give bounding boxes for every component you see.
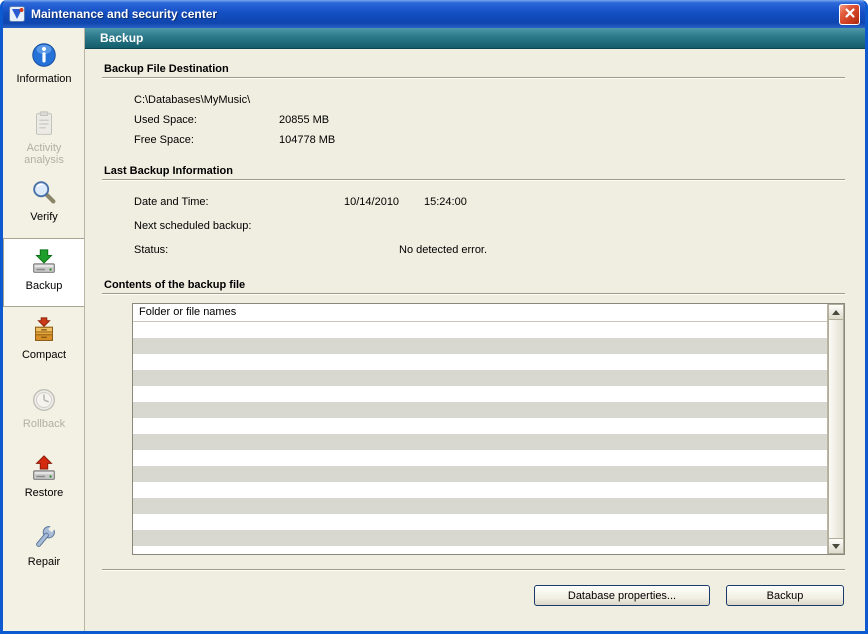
status-value: No detected error. (399, 244, 487, 256)
separator (102, 179, 845, 181)
sidebar-item-repair[interactable]: Repair (3, 514, 84, 583)
free-space-value: 104778 MB (279, 134, 335, 146)
backup-path-row: C:\Databases\MyMusic\ (134, 91, 865, 111)
scrollbar-thumb[interactable] (828, 320, 844, 538)
scrollbar[interactable] (827, 304, 844, 554)
sidebar-item-information[interactable]: Information (3, 31, 84, 100)
section-title-last-backup: Last Backup Information (104, 165, 845, 177)
sidebar-item-rollback[interactable]: Rollback (3, 376, 84, 445)
status-row: Status: No detected error. (134, 241, 865, 265)
separator (102, 293, 845, 295)
sidebar-item-label: Verify (30, 211, 58, 223)
time-value: 15:24:00 (424, 196, 467, 208)
app-icon (9, 6, 25, 22)
close-button[interactable] (839, 4, 860, 25)
list-column-header: Folder or file names (133, 304, 827, 322)
sidebar-item-label: Restore (25, 487, 64, 499)
backup-icon (29, 246, 59, 278)
sidebar-item-restore[interactable]: Restore (3, 445, 84, 514)
used-space-value: 20855 MB (279, 114, 329, 126)
sidebar-item-verify[interactable]: Verify (3, 169, 84, 238)
scroll-down-button[interactable] (828, 538, 844, 554)
main-panel: Backup Backup File Destination C:\Databa… (85, 28, 865, 631)
backup-path: C:\Databases\MyMusic\ (134, 94, 250, 106)
maintenance-security-window: Maintenance and security center (0, 0, 868, 634)
free-space-row: Free Space: 104778 MB (134, 131, 865, 151)
activity-analysis-icon (29, 108, 59, 140)
window-title: Maintenance and security center (31, 7, 839, 21)
sidebar-item-label: Rollback (23, 418, 65, 430)
window-body: Information Activity analysis (3, 28, 865, 631)
sidebar-item-label: Compact (22, 349, 66, 361)
repair-icon (29, 522, 59, 554)
titlebar[interactable]: Maintenance and security center (3, 0, 865, 28)
used-space-label: Used Space: (134, 114, 197, 126)
backup-button[interactable]: Backup (726, 585, 844, 606)
status-label: Status: (134, 244, 168, 256)
sidebar-item-label: Backup (26, 280, 63, 292)
verify-icon (29, 177, 59, 209)
separator (102, 569, 845, 571)
backup-contents-list[interactable]: Folder or file names (132, 303, 845, 555)
free-space-label: Free Space: (134, 134, 194, 146)
information-icon (29, 39, 59, 71)
date-time-label: Date and Time: (134, 196, 209, 208)
sidebar: Information Activity analysis (3, 28, 85, 631)
used-space-row: Used Space: 20855 MB (134, 111, 865, 131)
next-backup-label: Next scheduled backup: (134, 220, 251, 232)
next-backup-row: Next scheduled backup: (134, 217, 865, 241)
scroll-up-button[interactable] (828, 304, 844, 320)
footer-buttons: Database properties... Backup (85, 585, 844, 606)
page-header: Backup (85, 28, 865, 49)
compact-icon (29, 315, 59, 347)
restore-icon (29, 453, 59, 485)
separator (102, 77, 845, 79)
section-title-destination: Backup File Destination (104, 63, 845, 75)
list-main: Folder or file names (133, 304, 827, 554)
sidebar-item-label: Repair (28, 556, 60, 568)
sidebar-item-activity-analysis[interactable]: Activity analysis (3, 100, 84, 169)
sidebar-item-backup[interactable]: Backup (3, 238, 84, 307)
backup-content: Backup File Destination C:\Databases\MyM… (85, 49, 865, 631)
list-body[interactable] (133, 322, 827, 554)
sidebar-item-label: Activity analysis (9, 142, 79, 166)
date-value: 10/14/2010 (344, 196, 399, 208)
arrow-down-icon (832, 544, 840, 549)
database-properties-button[interactable]: Database properties... (534, 585, 710, 606)
section-title-contents: Contents of the backup file (104, 279, 845, 291)
sidebar-item-compact[interactable]: Compact (3, 307, 84, 376)
page-title: Backup (100, 31, 143, 45)
close-icon (844, 7, 856, 22)
rollback-icon (29, 384, 59, 416)
arrow-up-icon (832, 310, 840, 315)
date-time-row: Date and Time: 10/14/2010 15:24:00 (134, 193, 865, 217)
sidebar-item-label: Information (16, 73, 71, 85)
